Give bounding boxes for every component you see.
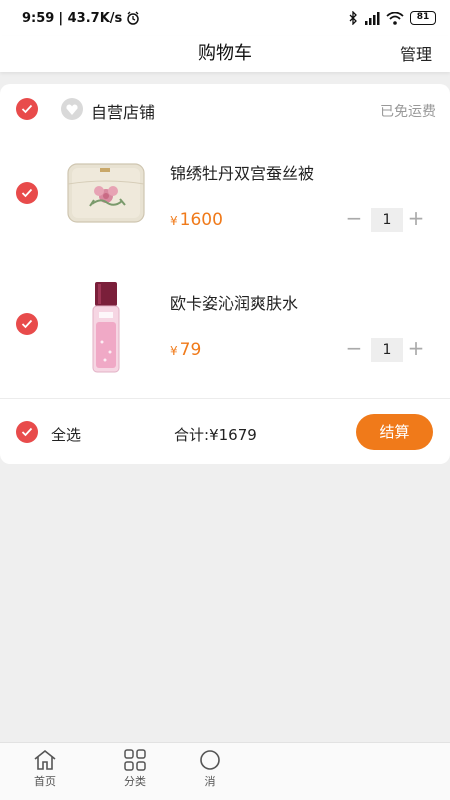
quantity-value[interactable]: 1 [371,208,403,232]
bottom-tab-bar: 首页 分类 消 [0,742,450,800]
select-all-label[interactable]: 全选 [51,424,81,445]
total-label: 合计: [174,426,210,444]
status-bar: 9:59 | 43.7K/s 81 [0,0,450,36]
divider [0,398,450,399]
store-checkbox[interactable] [16,98,38,120]
tab-home[interactable]: 首页 [15,749,75,789]
store-name[interactable]: 自营店铺 [91,99,155,123]
status-right: 81 [348,11,436,25]
price-value: 1600 [179,210,223,230]
price-value: 79 [179,340,202,360]
wifi-icon [386,11,404,25]
manage-button[interactable]: 管理 [400,41,432,65]
page-title: 购物车 [198,43,252,64]
grid-icon [124,749,146,771]
product-name[interactable]: 欧卡姿沁润爽肤水 [170,290,298,314]
home-icon [34,749,56,770]
checkout-button[interactable]: 结算 [356,414,433,450]
check-icon [21,427,33,437]
status-left: 9:59 | 43.7K/s [22,11,140,26]
tab-message-label: 消 [204,775,216,788]
quantity-increase-button[interactable]: + [407,338,425,359]
tab-home-label: 首页 [34,775,56,788]
total-value: ¥1679 [209,426,257,444]
product-image-toner[interactable] [88,282,124,374]
cart-card: 自营店铺 已免运费 锦绣牡丹双宫蚕丝被 ¥1600 − 1 + 欧卡姿沁润爽肤水… [0,84,450,464]
alarm-icon [127,11,140,25]
tab-category-label: 分类 [124,775,146,788]
currency-symbol: ¥ [170,344,178,358]
product-price: ¥1600 [170,210,223,230]
product-image-quilt[interactable] [64,156,148,230]
check-icon [21,188,33,198]
total-amount: 合计:¥1679 [174,424,257,445]
check-icon [21,104,33,114]
tab-message[interactable]: 消 [195,749,225,789]
signal-icon [365,11,380,25]
bluetooth-icon [349,11,357,25]
product-price: ¥79 [170,340,201,360]
quantity-value[interactable]: 1 [371,338,403,362]
store-icon [61,98,83,120]
quantity-decrease-button[interactable]: − [345,208,363,229]
item-checkbox[interactable] [16,313,38,335]
quantity-decrease-button[interactable]: − [345,338,363,359]
status-time: 9:59 [22,10,55,26]
shipping-status: 已免运费 [380,104,436,120]
status-net-speed: | 43.7K/s [58,10,123,26]
battery-icon: 81 [410,11,436,25]
item-checkbox[interactable] [16,182,38,204]
message-icon [200,750,220,770]
tab-category[interactable]: 分类 [105,749,165,789]
select-all-checkbox[interactable] [16,421,38,443]
quantity-increase-button[interactable]: + [407,208,425,229]
product-name[interactable]: 锦绣牡丹双宫蚕丝被 [170,160,314,184]
check-icon [21,319,33,329]
app-header: 购物车 管理 [0,36,450,72]
currency-symbol: ¥ [170,214,178,228]
